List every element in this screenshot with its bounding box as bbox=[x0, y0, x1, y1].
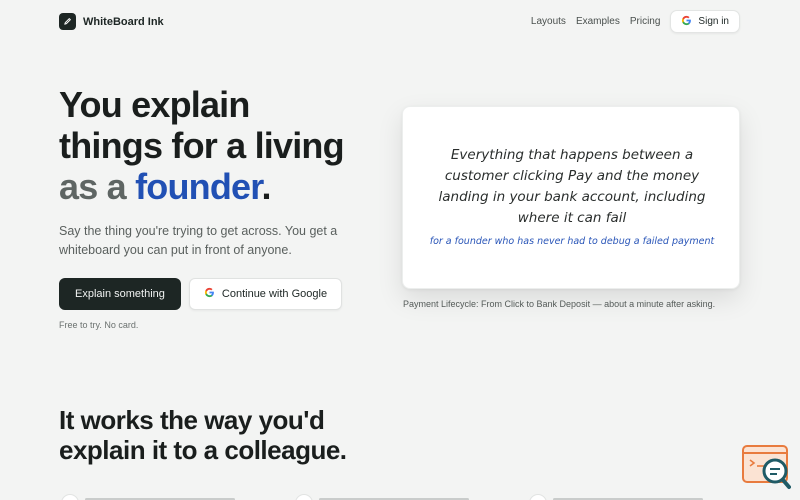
google-icon bbox=[681, 15, 692, 29]
search-chat-icon[interactable] bbox=[741, 445, 791, 490]
nav-link-pricing[interactable]: Pricing bbox=[630, 16, 661, 27]
continue-with-google-label: Continue with Google bbox=[221, 288, 328, 300]
hero-subtitle: Say the thing you're trying to get acros… bbox=[59, 224, 338, 257]
brand-logo-link[interactable]: WhiteBoard Ink bbox=[59, 13, 164, 30]
whiteboard-preview-card: Everything that happens between a custom… bbox=[402, 106, 740, 289]
feature-icon bbox=[295, 494, 313, 500]
hero-title: You explain things for a living as a fou… bbox=[59, 84, 345, 207]
hero-title-line2: things for a living bbox=[59, 125, 345, 166]
continue-with-google-button[interactable]: Continue with Google bbox=[188, 278, 343, 310]
nav-link-layouts[interactable]: Layouts bbox=[531, 16, 566, 27]
hero-title-period: . bbox=[261, 166, 271, 207]
explain-something-button[interactable]: Explain something bbox=[59, 278, 181, 310]
top-nav: Layouts Examples Pricing Sign in bbox=[531, 10, 740, 33]
pen-icon bbox=[59, 13, 76, 30]
section-title-line2: explain it to a colleague. bbox=[59, 435, 347, 465]
hero-title-accent: founder bbox=[135, 166, 262, 207]
sign-in-label: Sign in bbox=[698, 16, 729, 27]
brand-name: WhiteBoard Ink bbox=[83, 15, 164, 28]
whiteboard-caption: Payment Lifecycle: From Click to Bank De… bbox=[403, 299, 716, 309]
feature-icon bbox=[61, 494, 79, 500]
section-title-line1: It works the way you'd bbox=[59, 405, 325, 435]
whiteboard-main-text: Everything that happens between a custom… bbox=[438, 147, 706, 226]
feature-icon bbox=[529, 494, 547, 500]
hero-title-line1: You explain bbox=[59, 84, 250, 125]
sign-in-button[interactable]: Sign in bbox=[670, 10, 740, 33]
nav-link-examples[interactable]: Examples bbox=[576, 16, 620, 27]
site-header: WhiteBoard Ink Layouts Examples Pricing … bbox=[0, 0, 800, 44]
google-icon bbox=[204, 287, 215, 301]
section-title: It works the way you'd explain it to a c… bbox=[59, 405, 347, 465]
hero-title-line3-prefix: as a bbox=[59, 166, 136, 207]
whiteboard-audience-text: for a founder who has never had to debug… bbox=[429, 236, 715, 247]
hero-cta-group: Explain something Continue with Google bbox=[59, 278, 343, 310]
free-trial-note: Free to try. No card. bbox=[59, 320, 139, 330]
